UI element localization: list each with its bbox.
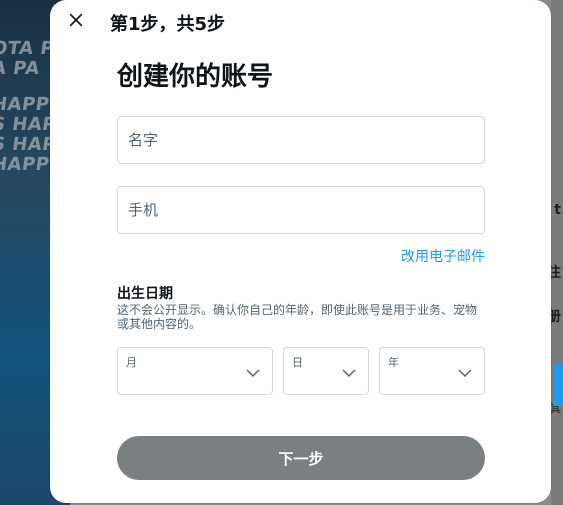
close-button[interactable] bbox=[60, 6, 92, 38]
use-email-link[interactable]: 改用电子邮件 bbox=[117, 246, 485, 266]
month-select[interactable]: 月 bbox=[117, 347, 273, 395]
background-right bbox=[551, 0, 563, 505]
year-label: 年 bbox=[388, 356, 399, 369]
close-icon bbox=[67, 11, 85, 33]
day-label: 日 bbox=[292, 356, 303, 369]
phone-input[interactable] bbox=[118, 187, 484, 233]
page-title: 创建你的账号 bbox=[117, 62, 274, 92]
step-indicator: 第1步，共5步 bbox=[110, 14, 226, 35]
signup-modal: 第1步，共5步 创建你的账号 改用电子邮件 出生日期 这不会公开显示。确认你自己… bbox=[50, 0, 551, 503]
month-label: 月 bbox=[126, 356, 137, 369]
chevron-down-icon bbox=[340, 364, 358, 382]
day-select[interactable]: 日 bbox=[283, 347, 369, 395]
background-snippet: t bbox=[554, 202, 561, 218]
chevron-down-icon bbox=[456, 364, 474, 382]
phone-field[interactable] bbox=[117, 186, 485, 234]
dob-title: 出生日期 bbox=[117, 286, 173, 302]
dob-description: 这不会公开显示。确认你自己的年龄，即使此账号是用于业务、宠物或其他内容的。 bbox=[117, 303, 478, 331]
background-button bbox=[553, 364, 563, 406]
year-select[interactable]: 年 bbox=[379, 347, 485, 395]
chevron-down-icon bbox=[244, 364, 262, 382]
name-field[interactable] bbox=[117, 116, 485, 164]
name-input[interactable] bbox=[118, 117, 484, 163]
next-button[interactable]: 下一步 bbox=[117, 436, 485, 480]
